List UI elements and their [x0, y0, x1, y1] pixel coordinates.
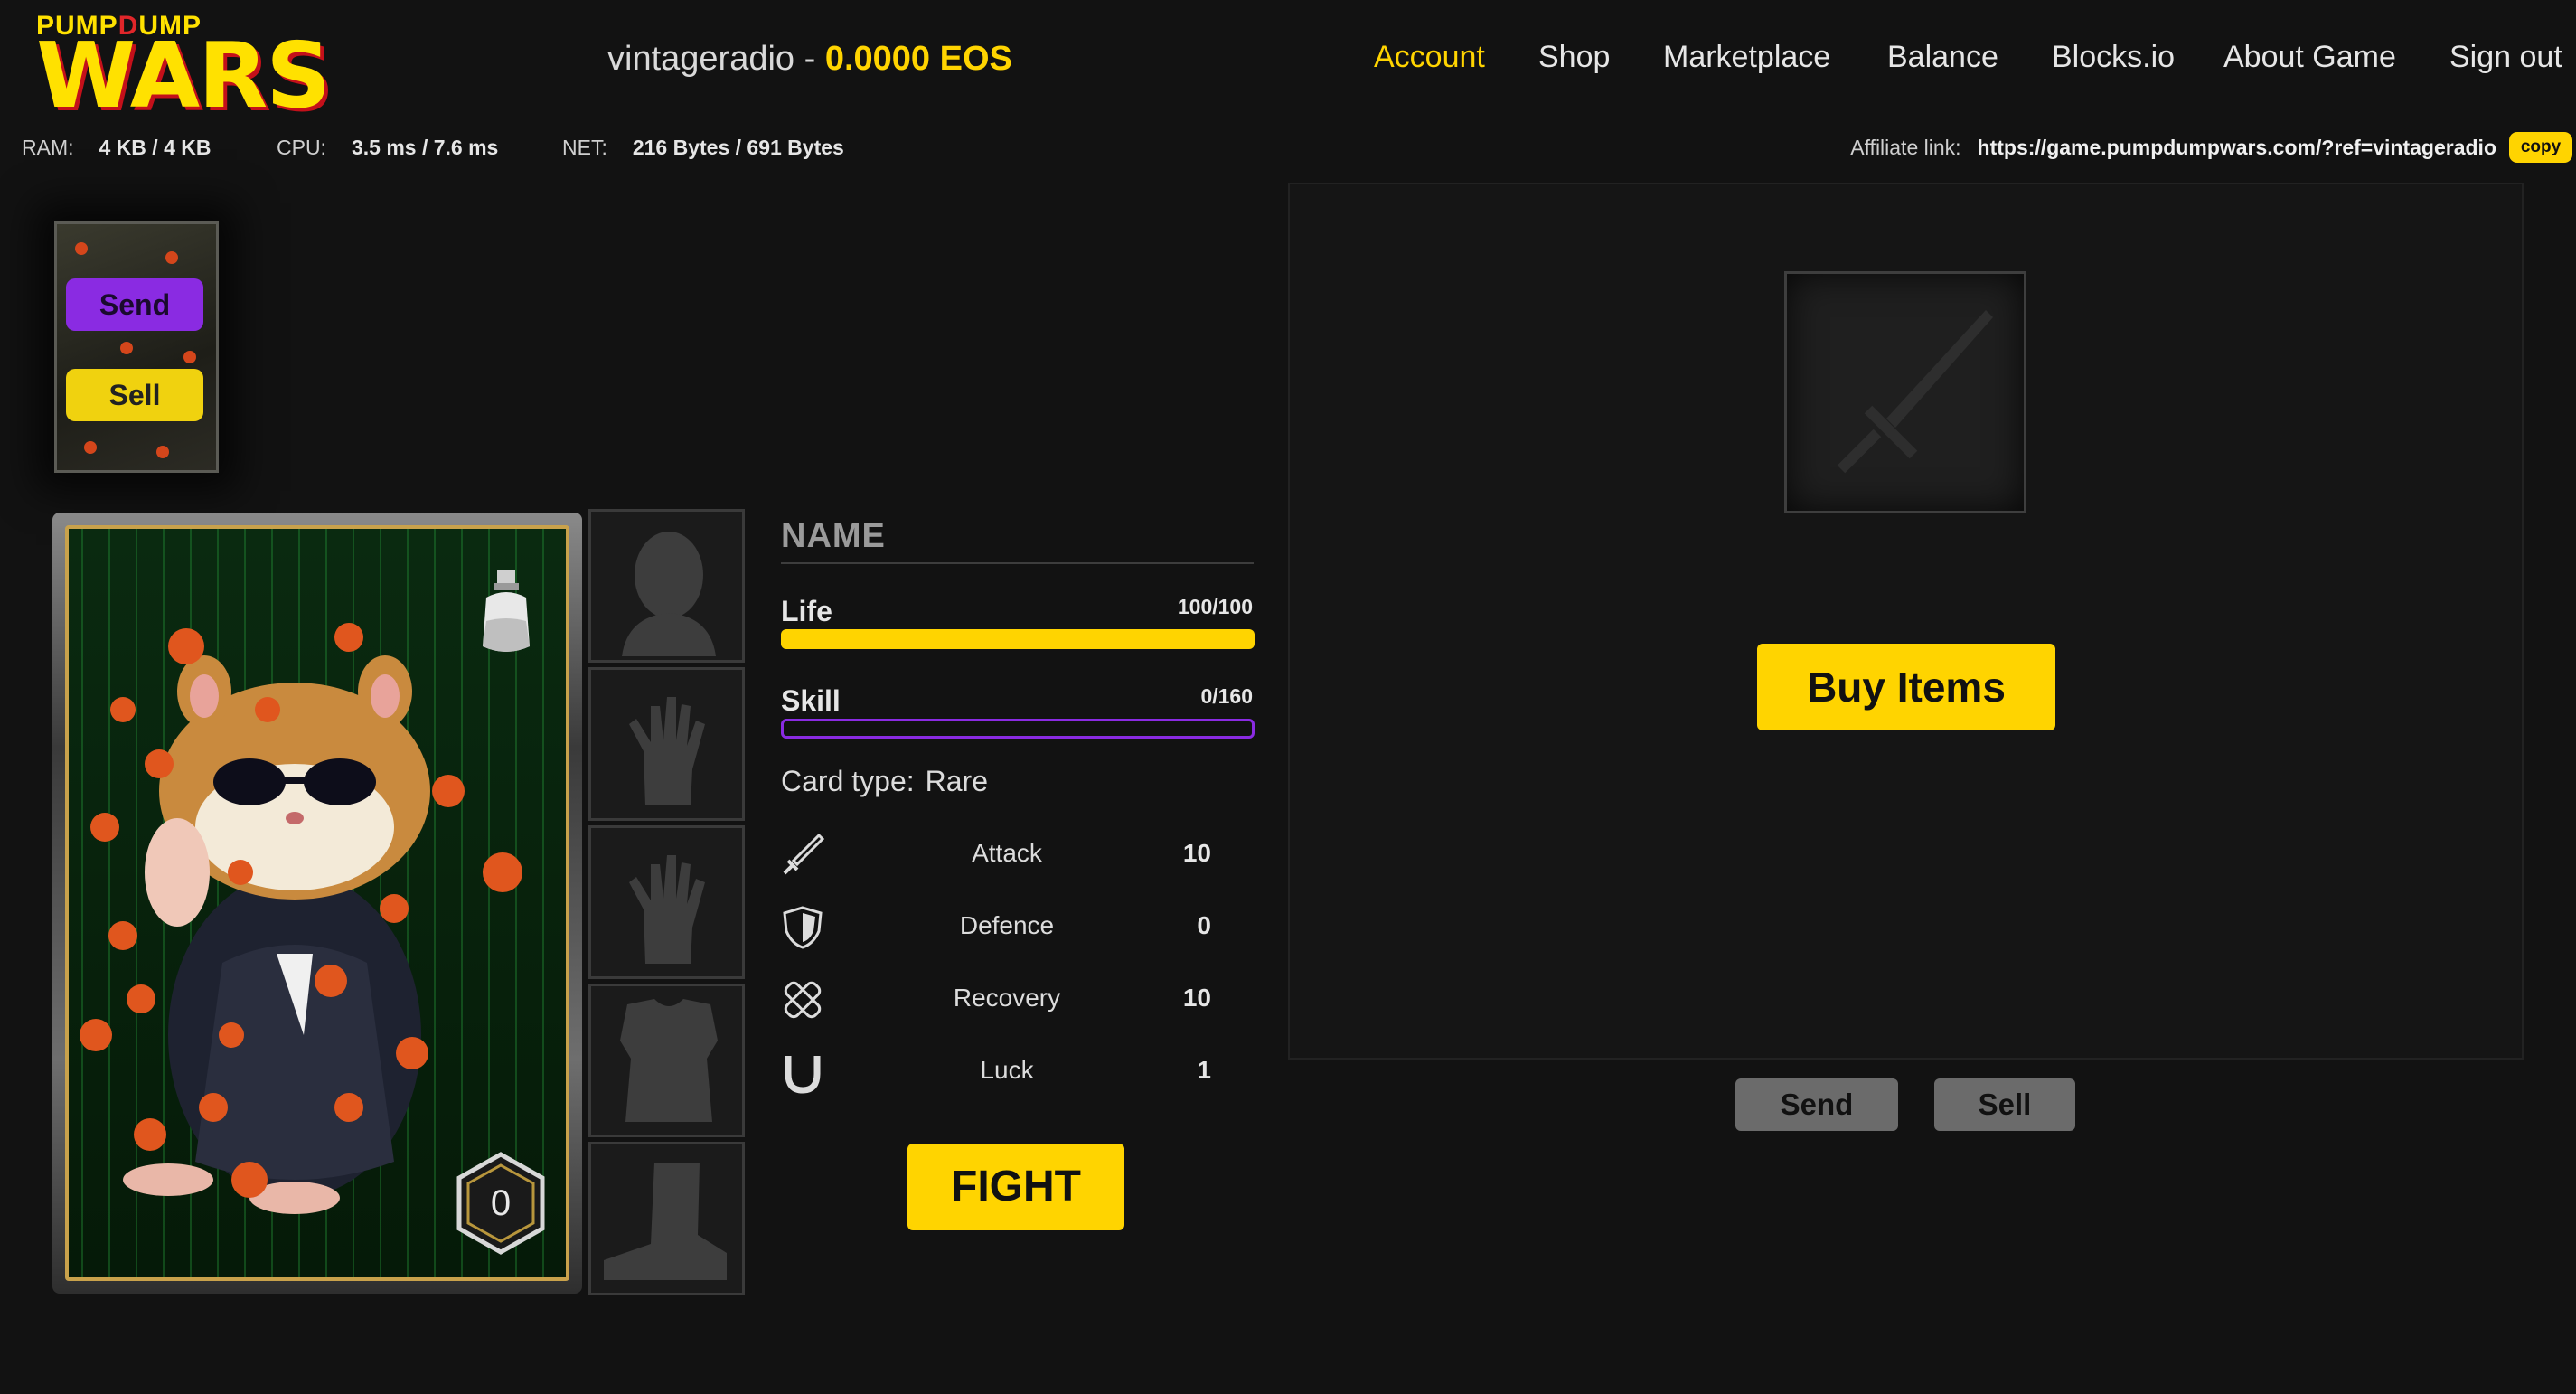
- stat-defence-value: 0: [1197, 911, 1211, 939]
- ram-stat: RAM: 4 KB / 4 KB: [22, 136, 212, 159]
- nav-about-game[interactable]: About Game: [2223, 40, 2396, 75]
- stat-attack-value: 10: [1182, 839, 1211, 867]
- stat-luck-value: 1: [1197, 1056, 1211, 1084]
- bandage-icon: [784, 981, 822, 1019]
- affiliate-link: Affiliate link: https://game.pumpdumpwars…: [1850, 136, 2496, 159]
- card-level: 0: [490, 1183, 512, 1223]
- affiliate-url[interactable]: https://game.pumpdumpwars.com/?ref=vinta…: [1978, 136, 2496, 159]
- hero-card[interactable]: 0: [52, 513, 582, 1294]
- fight-button[interactable]: FIGHT: [907, 1144, 1124, 1230]
- name-divider: [781, 562, 1254, 564]
- horseshoe-icon: [785, 1056, 821, 1094]
- head-silhouette-icon: [622, 532, 716, 656]
- nav-sign-out[interactable]: Sign out: [2449, 40, 2562, 75]
- copy-affiliate-button[interactable]: copy: [2509, 132, 2572, 163]
- skill-bar: [781, 719, 1255, 739]
- sword-icon: [783, 833, 825, 875]
- nav-blocks-io[interactable]: Blocks.io: [2052, 40, 2175, 75]
- nav-account[interactable]: Account: [1374, 40, 1485, 75]
- life-value: 100/100: [1177, 595, 1253, 618]
- life-label: Life: [781, 595, 832, 627]
- stat-luck-label: Luck: [980, 1056, 1034, 1084]
- body-slot[interactable]: [588, 984, 745, 1137]
- cpu-stat: CPU: 3.5 ms / 7.6 ms: [277, 136, 499, 159]
- eos-balance: 0.0000 EOS: [824, 40, 1012, 78]
- left-hand-icon: [629, 697, 705, 805]
- item-sell-button[interactable]: Sell: [1934, 1078, 2075, 1131]
- right-hand-icon: [629, 855, 705, 964]
- account-summary: vintageradio - 0.0000 EOS: [607, 40, 1012, 78]
- skill-value: 0/160: [1200, 684, 1253, 708]
- potion-icon: [483, 570, 530, 652]
- net-stat: NET: 216 Bytes / 691 Bytes: [562, 136, 844, 159]
- stat-recovery-label: Recovery: [953, 984, 1061, 1012]
- shield-icon: [783, 906, 823, 949]
- username: vintageradio: [607, 40, 795, 78]
- item-send-button[interactable]: Send: [1735, 1078, 1898, 1131]
- stat-recovery-value: 10: [1182, 984, 1211, 1012]
- hero-card-art: 0: [65, 525, 569, 1281]
- boots-slot[interactable]: [588, 1142, 745, 1295]
- nav-marketplace[interactable]: Marketplace: [1663, 40, 1830, 75]
- nav-balance[interactable]: Balance: [1887, 40, 1998, 75]
- mini-card-thumbnail[interactable]: Send Sell: [54, 221, 219, 473]
- buy-items-button[interactable]: Buy Items: [1757, 644, 2055, 730]
- stat-defence-label: Defence: [959, 911, 1055, 939]
- logo-title: WARS: [36, 23, 331, 128]
- head-slot[interactable]: [588, 509, 745, 663]
- card-type: Card type: Rare: [781, 765, 988, 797]
- card-type-value: Rare: [925, 765, 988, 797]
- left-hand-slot[interactable]: [588, 667, 745, 821]
- boot-icon: [604, 1163, 727, 1280]
- sword-placeholder-icon: [1837, 310, 1993, 474]
- nav-shop[interactable]: Shop: [1538, 40, 1610, 75]
- skill-label: Skill: [781, 684, 841, 717]
- armor-icon: [620, 999, 718, 1122]
- card-name: NAME: [781, 517, 886, 555]
- life-bar: [781, 629, 1255, 649]
- right-hand-slot[interactable]: [588, 825, 745, 979]
- mini-sell-button[interactable]: Sell: [66, 369, 203, 421]
- stat-attack-label: Attack: [972, 839, 1042, 867]
- game-logo[interactable]: PUMPDUMP WARS: [36, 11, 331, 121]
- mini-send-button[interactable]: Send: [66, 278, 203, 331]
- weapon-item-slot[interactable]: [1784, 271, 2026, 513]
